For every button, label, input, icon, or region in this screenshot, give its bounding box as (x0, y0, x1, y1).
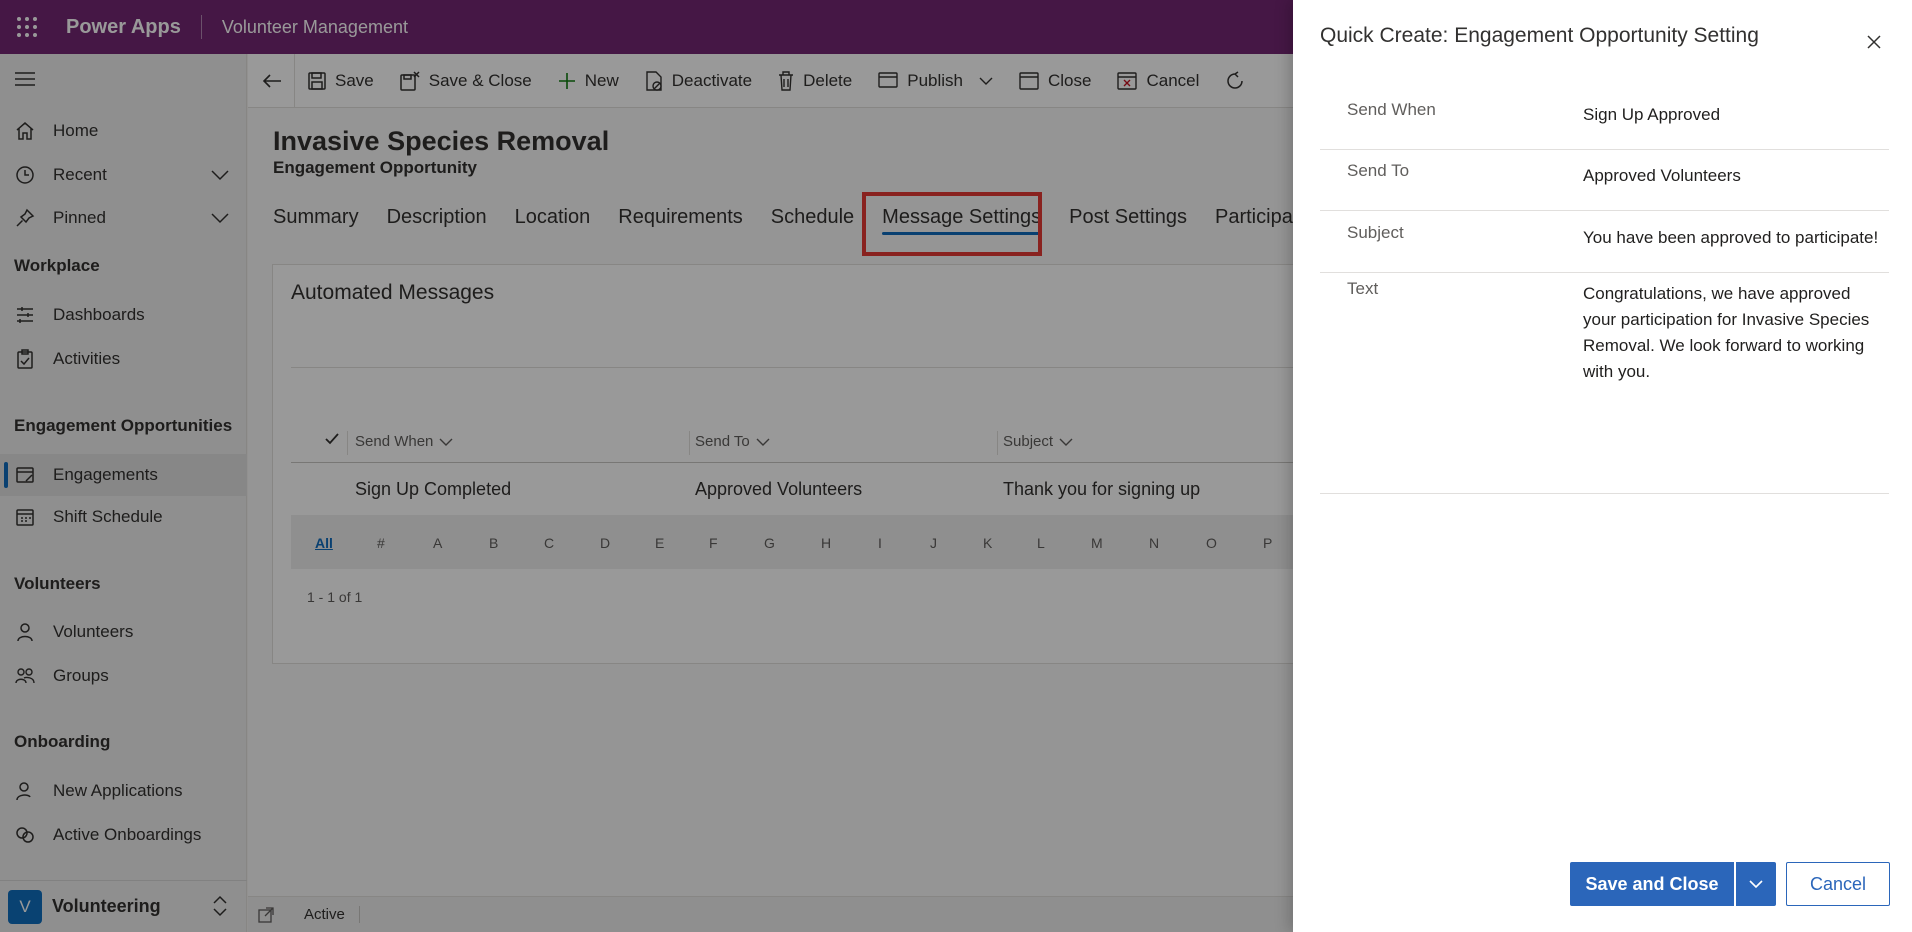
field-value[interactable]: You have been approved to participate! (1583, 225, 1883, 251)
field-label: Text (1347, 279, 1379, 298)
field-text[interactable]: Text Congratulations, we have approved y… (1320, 279, 1889, 494)
field-value[interactable]: Approved Volunteers (1583, 163, 1883, 189)
cancel-button[interactable]: Cancel (1786, 862, 1890, 906)
field-label: Subject (1347, 223, 1404, 242)
close-icon[interactable] (1866, 34, 1882, 50)
field-label: Send When (1347, 100, 1436, 119)
field-value[interactable]: Congratulations, we have approved your p… (1583, 281, 1883, 385)
save-options-dropdown[interactable] (1736, 862, 1776, 906)
panel-title: Quick Create: Engagement Opportunity Set… (1320, 24, 1759, 47)
field-label: Send To (1347, 161, 1410, 180)
quick-create-panel: Quick Create: Engagement Opportunity Set… (1293, 0, 1912, 932)
field-send-when[interactable]: Send When Sign Up Approved (1320, 100, 1889, 150)
save-and-close-button[interactable]: Save and Close (1570, 862, 1734, 906)
modal-overlay[interactable] (0, 0, 1293, 932)
field-send-to[interactable]: Send To Approved Volunteers (1320, 161, 1889, 211)
field-subject[interactable]: Subject You have been approved to partic… (1320, 223, 1889, 273)
field-value[interactable]: Sign Up Approved (1583, 102, 1883, 128)
chevron-down-icon (1749, 880, 1763, 889)
